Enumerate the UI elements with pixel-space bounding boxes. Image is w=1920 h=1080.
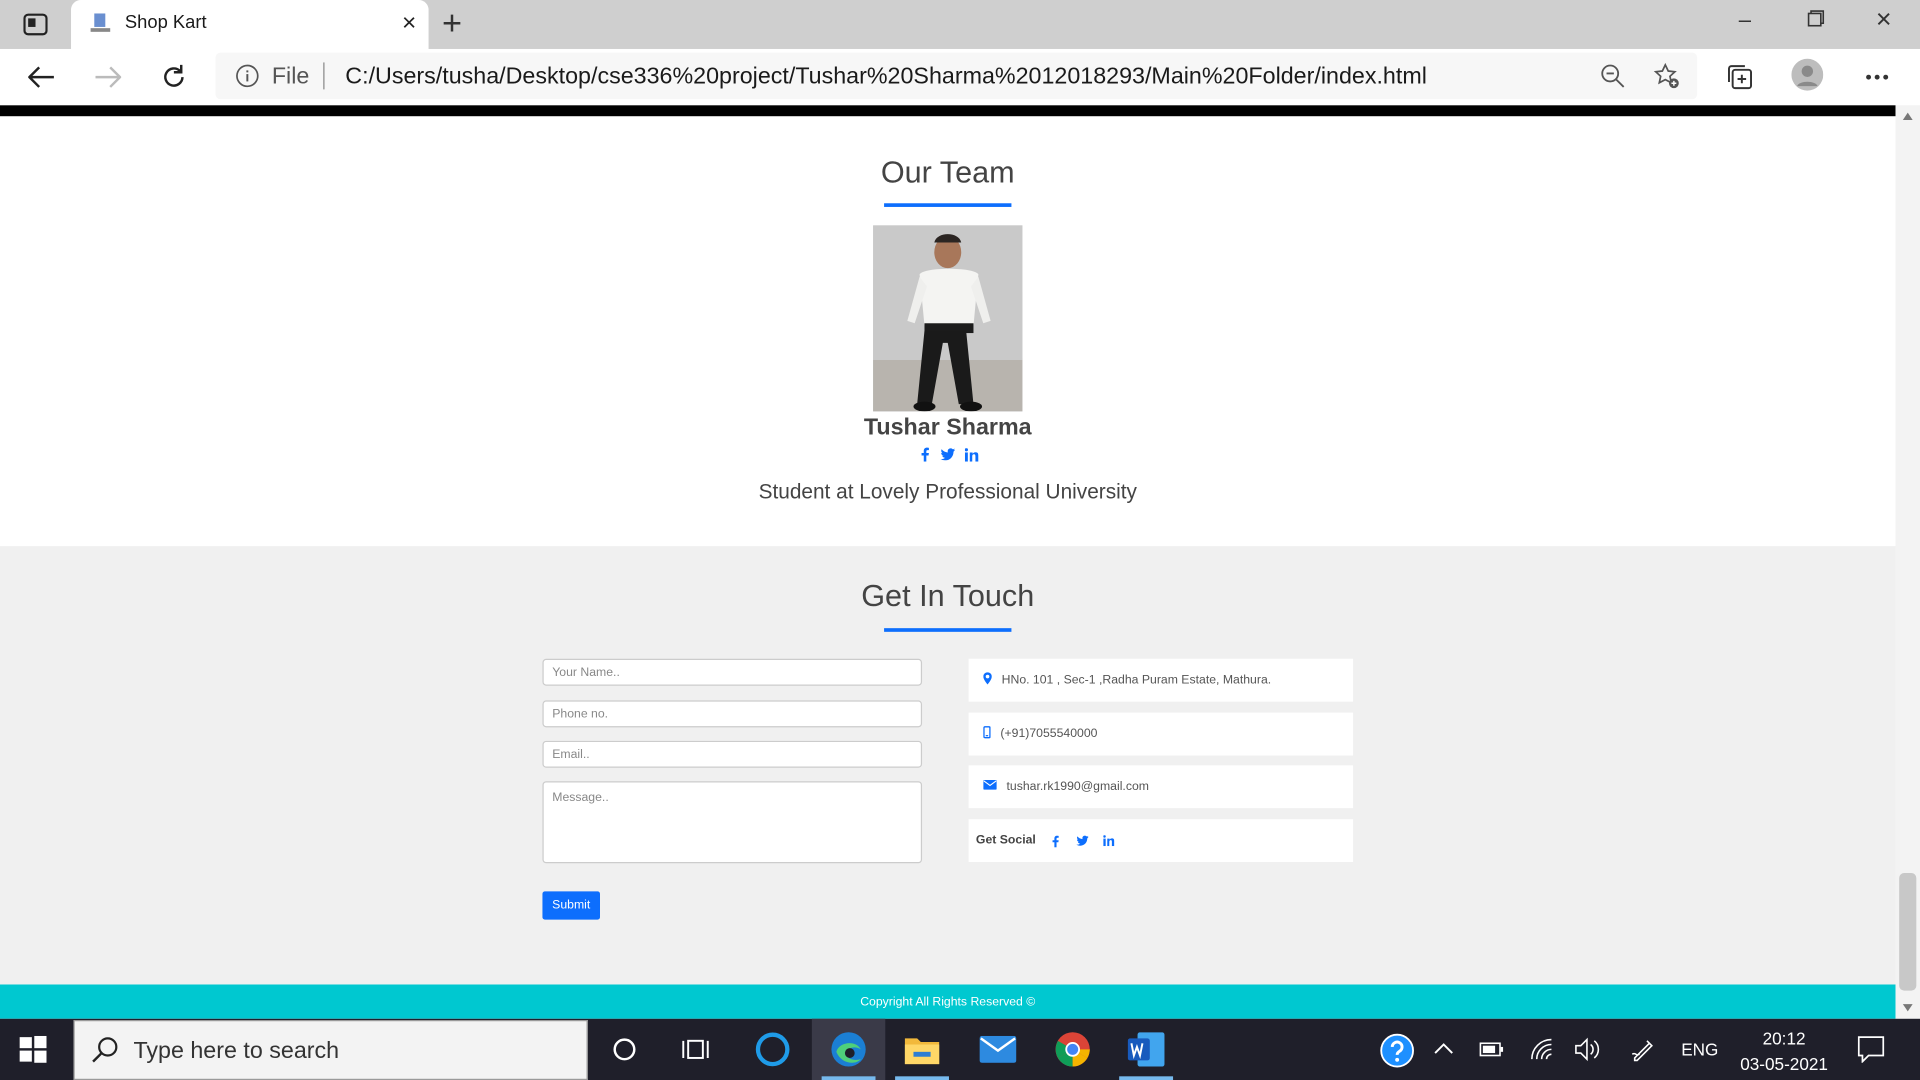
cortana-circle-icon[interactable] [588,1019,661,1080]
file-explorer-icon[interactable] [885,1019,958,1080]
address-separator [323,62,325,90]
taskbar-clock[interactable]: 20:12 03-05-2021 [1729,1026,1839,1077]
member-name: Tushar Sharma [863,415,1032,441]
restore-icon[interactable] [1807,7,1825,33]
scroll-down-icon[interactable] [1902,1004,1913,1012]
volume-icon[interactable] [1575,1037,1602,1065]
close-tab-icon[interactable]: × [402,11,416,35]
scroll-thumb[interactable] [1899,873,1917,991]
forward-icon[interactable] [91,61,125,93]
pen-icon[interactable] [1631,1037,1655,1065]
edge-taskbar-icon[interactable] [811,1018,886,1080]
word-icon[interactable] [1109,1019,1182,1080]
minimize-icon[interactable]: – [1739,7,1751,33]
get-social-info: Get Social [968,819,1354,863]
linkedin-icon[interactable] [964,447,979,462]
contact-title: Get In Touch [861,579,1035,614]
email-input[interactable]: Email.. [542,740,923,768]
active-app-indicator [821,1076,876,1080]
twitter-icon[interactable] [1075,833,1090,848]
mobile-icon [983,726,991,742]
address-url[interactable]: C:/Users/tusha/Desktop/cse336%20project/… [345,64,1427,91]
chevron-up-icon[interactable] [1434,1038,1454,1058]
cortana-app-icon[interactable] [736,1019,809,1080]
phone-text: (+91)7055540000 [1000,727,1098,741]
team-title: Our Team [880,155,1015,190]
page-footer: Copyright All Rights Reserved © [0,984,1896,1019]
map-marker-icon [983,672,992,688]
favorites-add-icon[interactable] [1651,60,1683,92]
shop-kart-favicon-icon [88,11,112,35]
battery-icon[interactable] [1479,1041,1504,1061]
address-info: HNo. 101 , Sec-1 ,Radha Puram Estate, Ma… [968,658,1354,702]
open-app-indicator [895,1076,949,1080]
clock-time: 20:12 [1762,1028,1806,1049]
task-view-icon[interactable] [659,1019,732,1080]
linkedin-icon[interactable] [1102,833,1117,848]
email-info: tushar.rk1990@gmail.com [968,765,1354,809]
screen: Shop Kart × + – × File C:/Users/tusha/De… [0,0,1920,1080]
collections-icon[interactable] [1724,61,1756,93]
page-top-bar [0,105,1896,117]
back-icon[interactable] [24,61,58,93]
close-window-icon[interactable]: × [1876,4,1892,36]
scroll-up-icon[interactable] [1902,112,1913,121]
address-text: HNo. 101 , Sec-1 ,Radha Puram Estate, Ma… [1001,673,1272,687]
more-menu-icon[interactable] [1861,61,1893,93]
name-input[interactable]: Your Name.. [542,658,923,686]
submit-button[interactable]: Submit [542,891,601,920]
tab-actions-icon[interactable] [17,10,54,39]
new-tab-icon[interactable]: + [442,6,462,40]
envelope-icon [983,780,997,793]
member-photo [873,225,1023,412]
zoom-out-icon[interactable] [1597,60,1629,92]
windows-start-icon[interactable] [19,1035,49,1065]
copyright-text: Copyright All Rights Reserved © [860,995,1036,1009]
help-icon[interactable] [1380,1033,1414,1071]
get-social-label: Get Social [975,833,1036,848]
contact-section: Get In Touch Your Name.. Phone no. Email… [0,546,1896,985]
mail-icon[interactable] [961,1019,1034,1080]
facebook-icon[interactable] [917,447,932,462]
taskbar-search-box[interactable]: Type here to search [73,1020,588,1080]
windows-taskbar: Type here to search ENG 20:12 03-05-2021 [0,1018,1920,1080]
profile-avatar-icon[interactable] [1791,58,1824,91]
address-bar[interactable]: File C:/Users/tusha/Desktop/cse336%20pro… [215,52,1698,100]
address-scheme: File [271,63,310,90]
twitter-icon[interactable] [940,447,956,462]
wifi-icon[interactable] [1529,1038,1553,1064]
refresh-icon[interactable] [157,61,191,93]
notifications-icon[interactable] [1857,1036,1885,1067]
phone-input[interactable]: Phone no. [542,700,923,728]
contact-title-underline [884,628,1012,632]
browser-toolbar: File C:/Users/tusha/Desktop/cse336%20pro… [0,48,1920,106]
tab-title: Shop Kart [124,12,207,34]
team-section: Our Team Tushar Sharma Student at Lovely… [0,116,1896,547]
email-text: tushar.rk1990@gmail.com [1006,780,1149,794]
language-indicator[interactable]: ENG [1681,1040,1718,1060]
info-icon[interactable] [235,64,259,95]
chrome-icon[interactable] [1036,1019,1109,1080]
team-title-underline [884,203,1012,207]
member-role: Student at Lovely Professional Universit… [758,480,1137,504]
search-placeholder: Type here to search [133,1038,340,1065]
facebook-icon[interactable] [1048,833,1063,848]
open-app-indicator [1119,1076,1174,1080]
browser-tab-bar: Shop Kart × + – × [0,0,1920,49]
search-icon [92,1036,119,1069]
clock-date: 03-05-2021 [1740,1054,1828,1074]
member-social-links [0,447,1896,462]
phone-info: (+91)7055540000 [968,712,1354,756]
message-textarea[interactable]: Message.. [542,781,923,864]
browser-tab[interactable]: Shop Kart × [71,0,429,49]
page-scrollbar[interactable] [1895,105,1920,1019]
